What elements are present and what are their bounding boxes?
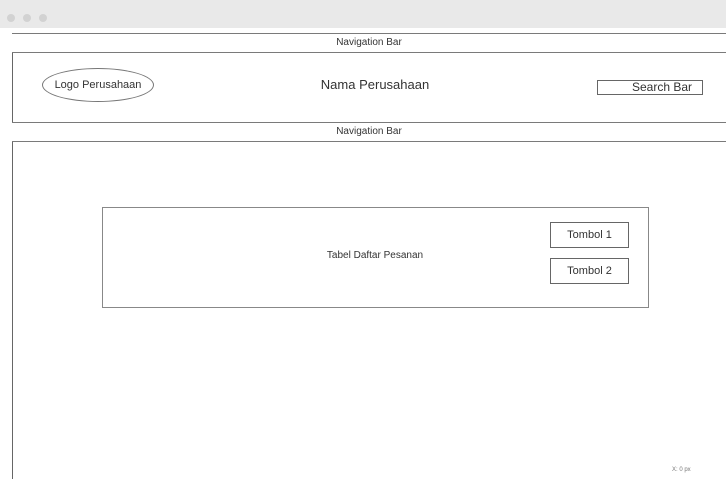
window-zoom-dot[interactable] — [39, 14, 47, 22]
company-logo[interactable]: Logo Perusahaan — [42, 68, 154, 102]
window-title-bar — [0, 0, 726, 28]
button-2[interactable]: Tombol 2 — [550, 258, 629, 284]
secondary-navigation-bar[interactable]: Navigation Bar — [12, 122, 726, 142]
window-close-dot[interactable] — [7, 14, 15, 22]
button-1[interactable]: Tombol 1 — [550, 222, 629, 248]
top-navigation-bar[interactable]: Navigation Bar — [12, 33, 726, 53]
window-minimize-dot[interactable] — [23, 14, 31, 22]
order-list-table-label: Tabel Daftar Pesanan — [326, 250, 424, 261]
company-name: Nama Perusahaan — [320, 77, 430, 92]
coordinate-readout: X: 0 px — [672, 467, 691, 473]
search-bar[interactable]: Search Bar — [597, 80, 703, 95]
